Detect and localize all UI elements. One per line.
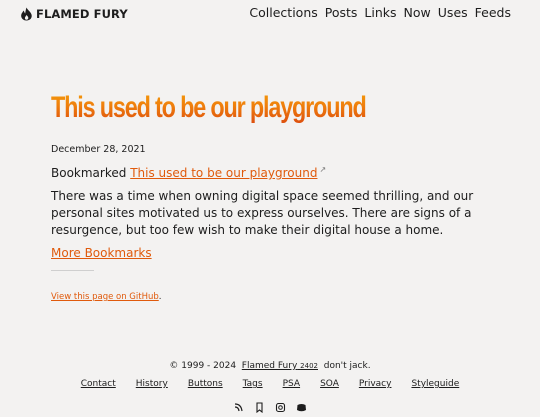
nav-uses[interactable]: Uses bbox=[438, 5, 468, 20]
bookmarked-label: Bookmarked bbox=[51, 166, 127, 180]
social-links bbox=[0, 398, 540, 414]
nav-links[interactable]: Links bbox=[364, 5, 396, 20]
nav-collections[interactable]: Collections bbox=[249, 5, 317, 20]
footer-tagline: don't jack. bbox=[323, 361, 371, 371]
divider bbox=[51, 270, 94, 271]
page-title: This used to be our playground bbox=[51, 88, 394, 128]
version-number: 2402 bbox=[300, 362, 318, 370]
flame-icon bbox=[21, 7, 32, 21]
footer-nav: Contact History Buttons Tags PSA SOA Pri… bbox=[0, 379, 540, 389]
bookmark-line: Bookmarked This used to be our playgroun… bbox=[51, 165, 326, 180]
main-nav: Collections Posts Links Now Uses Feeds bbox=[249, 5, 511, 20]
copyright-text: © 1999 - 2024 bbox=[169, 361, 237, 371]
main-content: This used to be our playground December … bbox=[51, 88, 491, 302]
brand-link[interactable]: FLAMED FURY bbox=[20, 7, 128, 21]
footer-site-name: Flamed Fury bbox=[241, 361, 298, 371]
footer-site-link[interactable]: Flamed Fury 2402 bbox=[242, 361, 318, 371]
bookmark-icon[interactable] bbox=[254, 398, 265, 414]
footer-link-history[interactable]: History bbox=[136, 379, 168, 389]
nav-feeds[interactable]: Feeds bbox=[475, 5, 511, 20]
discord-icon[interactable] bbox=[296, 398, 307, 412]
nav-posts[interactable]: Posts bbox=[325, 5, 358, 20]
footer-link-buttons[interactable]: Buttons bbox=[188, 379, 223, 389]
site-header: FLAMED FURY Collections Posts Links Now … bbox=[0, 0, 540, 28]
bookmarked-link[interactable]: This used to be our playground bbox=[130, 166, 317, 180]
rss-icon[interactable] bbox=[233, 398, 244, 412]
brand-name: FLAMED FURY bbox=[36, 7, 128, 21]
footer-link-styleguide[interactable]: Styleguide bbox=[411, 379, 459, 389]
instagram-icon[interactable] bbox=[275, 398, 286, 413]
external-link-icon: ↗ bbox=[319, 165, 327, 174]
github-suffix: . bbox=[158, 292, 162, 302]
footer-link-soa[interactable]: SOA bbox=[320, 379, 339, 389]
footer-link-privacy[interactable]: Privacy bbox=[359, 379, 392, 389]
nav-now[interactable]: Now bbox=[404, 5, 431, 20]
more-bookmarks-link[interactable]: More Bookmarks bbox=[51, 246, 152, 260]
footer-link-contact[interactable]: Contact bbox=[81, 379, 116, 389]
github-link[interactable]: View this page on GitHub bbox=[51, 292, 159, 302]
post-summary: There was a time when owning digital spa… bbox=[51, 189, 474, 237]
copyright-line: © 1999 - 2024 Flamed Fury 2402 don't jac… bbox=[0, 361, 540, 371]
github-line: View this page on GitHub. bbox=[51, 292, 161, 302]
footer-link-psa[interactable]: PSA bbox=[283, 379, 300, 389]
footer-link-tags[interactable]: Tags bbox=[243, 379, 263, 389]
post-date: December 28, 2021 bbox=[51, 144, 146, 155]
